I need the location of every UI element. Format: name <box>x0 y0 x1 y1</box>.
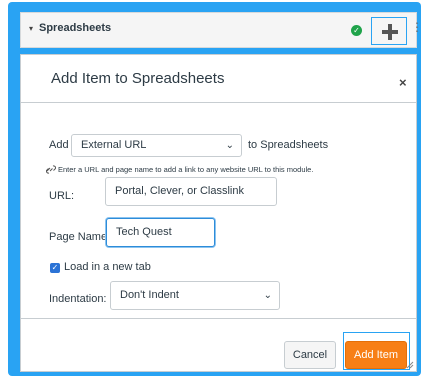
indentation-label: Indentation: <box>49 293 107 305</box>
published-check-icon[interactable]: ✓ <box>351 25 362 36</box>
plus-icon <box>382 24 398 40</box>
add-item-button[interactable] <box>371 17 407 45</box>
hint-text: Enter a URL and page name to add a link … <box>58 165 314 174</box>
chevron-down-icon: ⌄ <box>263 290 272 301</box>
add-label: Add <box>49 139 69 151</box>
item-type-select[interactable]: External URL ⌄ <box>71 134 242 157</box>
new-tab-checkbox[interactable]: ✓ <box>50 263 60 273</box>
module-header[interactable]: ▾ Spreadsheets ✓ ⋮ <box>20 12 423 48</box>
new-tab-label[interactable]: Load in a new tab <box>64 261 151 273</box>
page-name-label: Page Name: <box>49 231 111 243</box>
url-label: URL: <box>49 190 75 202</box>
dialog-title: Add Item to Spreadsheets <box>51 70 225 87</box>
item-type-value: External URL <box>81 139 147 151</box>
caret-down-icon[interactable]: ▾ <box>29 24 33 33</box>
to-module-label: to Spreadsheets <box>248 139 329 151</box>
divider <box>21 102 416 103</box>
indentation-select[interactable]: Don't Indent ⌄ <box>110 281 280 310</box>
add-item-button-primary[interactable]: Add Item <box>345 341 407 369</box>
add-item-dialog: Add Item to Spreadsheets × Add External … <box>20 54 417 372</box>
kebab-icon[interactable]: ⋮ <box>411 21 423 33</box>
url-input-value: Portal, Clever, or Classlink <box>115 185 244 197</box>
resize-handle-icon[interactable] <box>405 360 414 369</box>
close-icon[interactable]: × <box>399 75 407 90</box>
indentation-value: Don't Indent <box>120 289 179 301</box>
link-icon <box>45 165 57 174</box>
page-name-input[interactable]: Tech Quest <box>106 218 215 247</box>
cancel-button[interactable]: Cancel <box>284 341 336 369</box>
chevron-down-icon: ⌄ <box>225 140 234 151</box>
page-name-input-value: Tech Quest <box>116 226 172 238</box>
module-title: Spreadsheets <box>39 22 112 34</box>
hint-text-row: Enter a URL and page name to add a link … <box>45 165 314 174</box>
url-input[interactable]: Portal, Clever, or Classlink <box>105 177 277 206</box>
footer-divider <box>21 318 416 319</box>
